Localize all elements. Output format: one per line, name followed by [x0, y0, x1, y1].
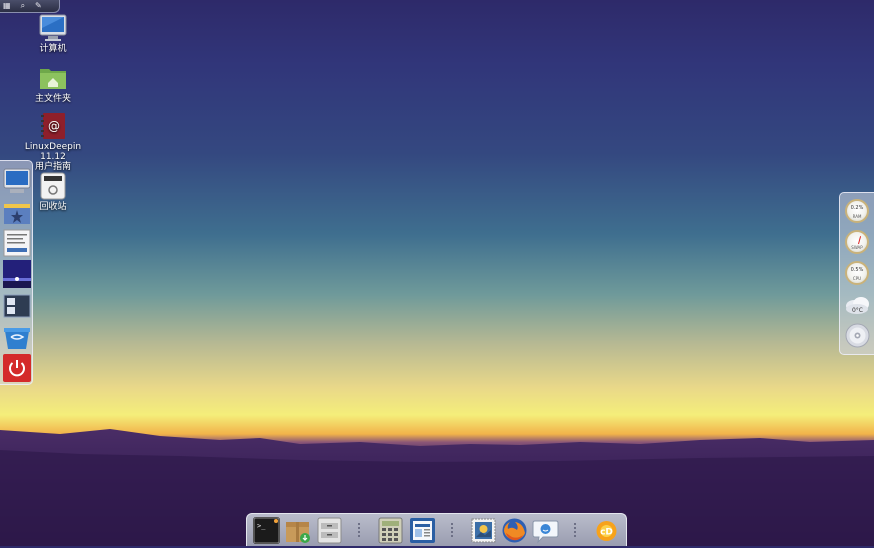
left-dock: [0, 160, 33, 385]
cabinet-icon[interactable]: [316, 517, 343, 544]
desktop-wallpaper-icon[interactable]: [3, 260, 31, 288]
recycle-bin-icon: [39, 172, 67, 200]
weather-temperature: 0°C: [851, 307, 863, 314]
desktop-icon-home-folder[interactable]: 主文件夹: [16, 64, 90, 104]
edit-icon[interactable]: ✎: [35, 1, 42, 11]
system-monitor-panel: 0.2% RAM SWAP 0.5% CPU 0°C: [839, 192, 874, 355]
svg-text:>_: >_: [257, 522, 266, 530]
text-editor-icon[interactable]: [3, 229, 31, 257]
home-folder-icon: [39, 64, 67, 92]
top-left-panel: ▦ ⌕ ✎: [0, 0, 60, 13]
svg-text:cD: cD: [600, 528, 613, 538]
dock-separator: [451, 523, 453, 537]
file-manager-icon[interactable]: [3, 198, 31, 226]
dock-separator: [574, 523, 576, 537]
terminal-icon[interactable]: >_: [253, 517, 280, 544]
cd-disc-icon[interactable]: [845, 323, 870, 348]
weather-cloud-icon[interactable]: 0°C: [844, 292, 871, 319]
desktop-icon-label: 计算机: [39, 44, 67, 54]
gauge-needle: [858, 236, 862, 245]
cd-logo-icon[interactable]: cD: [593, 517, 620, 544]
grid-icon[interactable]: ▦: [3, 1, 11, 11]
window-switcher-icon[interactable]: [3, 292, 31, 320]
document-icon[interactable]: [409, 517, 436, 544]
bottom-dock: >_ cD: [246, 513, 627, 546]
firefox-icon[interactable]: [501, 517, 528, 544]
dock-separator: [358, 523, 360, 537]
package-icon[interactable]: [284, 517, 311, 544]
computer-icon: [39, 14, 67, 42]
svg-text:@: @: [48, 119, 60, 133]
ram-gauge[interactable]: 0.2% RAM: [845, 199, 869, 223]
mail-stamp-icon[interactable]: [470, 517, 497, 544]
cpu-gauge[interactable]: 0.5% CPU: [845, 261, 869, 285]
trash-bin-icon[interactable]: [3, 323, 31, 351]
power-icon[interactable]: [3, 354, 31, 382]
computer-icon[interactable]: [3, 167, 31, 195]
chat-bubble-icon[interactable]: [532, 517, 559, 544]
desktop-icon-label: 主文件夹: [34, 94, 71, 104]
desktop-icon-computer[interactable]: 计算机: [16, 14, 90, 54]
swap-gauge[interactable]: SWAP: [845, 230, 869, 254]
address-book-icon: @: [39, 112, 67, 140]
search-icon[interactable]: ⌕: [21, 1, 25, 11]
calculator-icon[interactable]: [377, 517, 404, 544]
